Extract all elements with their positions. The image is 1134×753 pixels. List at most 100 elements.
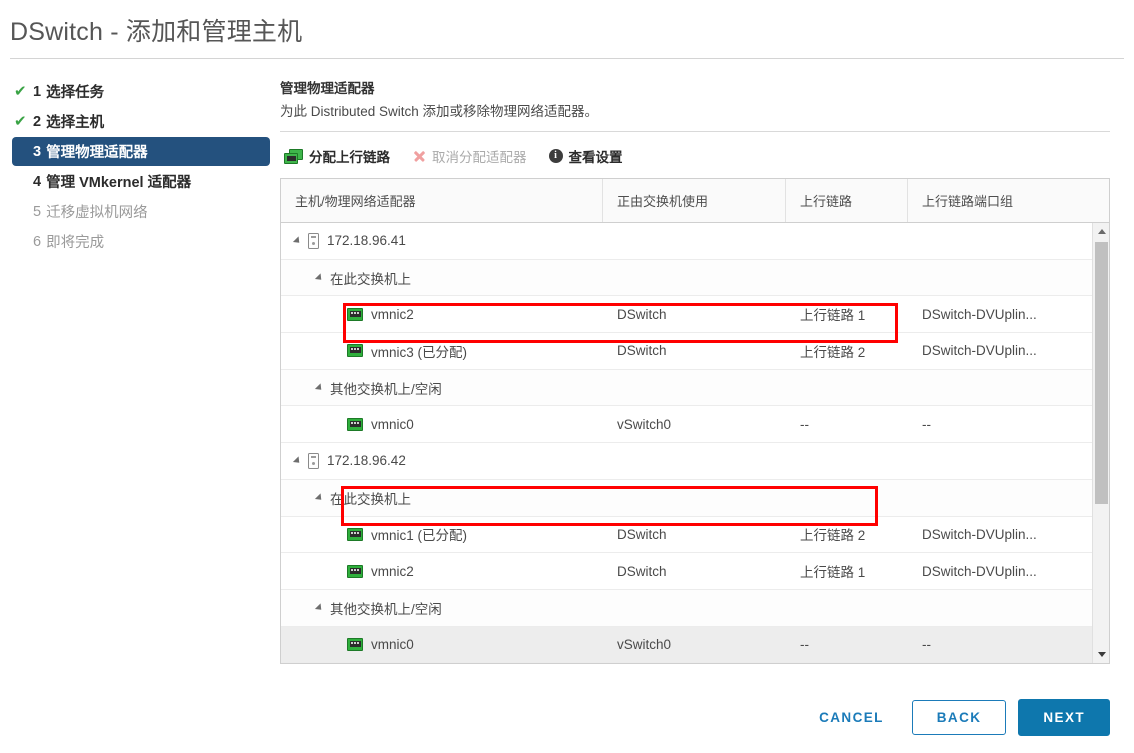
cell-host-adapter: vmnic3 (已分配) [281,333,603,369]
view-settings-button[interactable]: i 查看设置 [548,146,623,166]
table-row[interactable]: vmnic0 vSwitch0 -- -- [281,626,1092,663]
table-row[interactable]: 其他交换机上/空闲 [281,369,1092,407]
host-icon [308,232,319,249]
adapter-label: vmnic2 [371,306,414,322]
step-number: 1 [33,83,42,100]
cell-host-adapter: vmnic2 [281,553,603,589]
table-row[interactable]: 在此交换机上 [281,479,1092,517]
scroll-up-arrow-icon[interactable] [1093,223,1109,240]
column-header-uplink-portgroup[interactable]: 上行链路端口组 [908,179,1109,222]
sidebar-step-4[interactable]: 4 管理 VMkernel 适配器 [12,167,280,196]
host-label: 172.18.96.41 [327,233,406,249]
cell-uplink [786,260,908,296]
network-adapter-icon [347,417,363,431]
cell-uplink-portgroup [908,370,1092,406]
cell-host-adapter: 其他交换机上/空闲 [281,370,603,406]
cell-uplink: 上行链路 1 [800,565,866,581]
network-adapter-icon [347,307,363,321]
cell-used-by [603,260,786,296]
step-label: 即将完成 [46,235,105,251]
group-label: 其他交换机上/空闲 [330,381,442,397]
unassign-adapter-label: 取消分配适配器 [432,150,527,165]
cell-uplink [786,480,908,516]
step-number: 6 [33,233,42,250]
cell-used-by [603,370,786,406]
step-label: 管理物理适配器 [46,145,148,161]
cell-host-adapter: vmnic0 [281,406,603,442]
table-row[interactable]: vmnic1 (已分配) DSwitch 上行链路 2 DSwitch-DVUp… [281,516,1092,554]
group-label: 其他交换机上/空闲 [330,601,442,617]
table-row[interactable]: vmnic3 (已分配) DSwitch 上行链路 2 DSwitch-DVUp… [281,333,1092,370]
next-button[interactable]: NEXT [1018,698,1110,736]
network-adapter-icon [347,527,363,541]
chevron-down-icon[interactable] [314,493,325,503]
info-icon: i [548,149,563,163]
back-button[interactable]: BACK [911,699,1007,735]
panel-heading: 管理物理适配器 [280,81,375,96]
physical-adapters-table: 主机/物理网络适配器 正由交换机使用 上行链路 上行链路端口组 172.18.9… [280,178,1110,664]
cell-uplink-portgroup [908,590,1092,626]
sidebar-step-6[interactable]: 6 即将完成 [12,227,280,256]
step-label: 管理 VMkernel 适配器 [46,175,192,191]
chevron-down-icon[interactable] [314,272,325,283]
cell-uplink [786,443,908,479]
cancel-button[interactable]: CANCEL [805,702,898,733]
step-label: 选择主机 [46,115,105,131]
cell-used-by: DSwitch [617,306,667,322]
table-body-area: 172.18.96.41 在此交换机上 vmnic2 DSwitch 上行链路 … [281,223,1109,663]
table-row[interactable]: 172.18.96.41 [281,223,1092,260]
cell-host-adapter: 其他交换机上/空闲 [281,590,603,626]
cell-uplink: 上行链路 1 [800,308,866,324]
sidebar-step-5[interactable]: 5 迁移虚拟机网络 [12,197,280,226]
chevron-down-icon[interactable] [314,382,325,393]
wizard-footer: CANCEL BACK NEXT [0,681,1134,753]
network-adapter-icon [347,637,363,651]
scroll-down-arrow-icon[interactable] [1093,646,1109,663]
column-header-uplink[interactable]: 上行链路 [786,179,908,222]
cell-used-by: vSwitch0 [617,636,672,652]
table-body: 172.18.96.41 在此交换机上 vmnic2 DSwitch 上行链路 … [281,223,1092,663]
cell-uplink [786,223,908,259]
group-label: 在此交换机上 [330,491,411,507]
scrollbar-thumb[interactable] [1095,242,1108,504]
step-number: 2 [33,113,42,130]
sidebar-step-2[interactable]: ✔ 2 选择主机 [12,107,280,136]
sidebar-step-1[interactable]: ✔ 1 选择任务 [12,77,280,106]
table-row[interactable]: 在此交换机上 [281,259,1092,297]
step-number: 4 [33,173,42,190]
cell-uplink [786,370,908,406]
page-title: DSwitch - 添加和管理主机 [10,18,303,46]
step-label: 选择任务 [46,85,105,101]
cell-uplink-portgroup [908,480,1092,516]
column-header-used-by[interactable]: 正由交换机使用 [603,179,786,222]
wizard-step-list: ✔ 1 选择任务 ✔ 2 选择主机 3 管理物理适配器 4 管理 VMkerne… [0,77,280,257]
check-icon: ✔ [14,113,27,130]
cell-uplink-portgroup: DSwitch-DVUplin... [922,343,1037,359]
column-header-host-adapter[interactable]: 主机/物理网络适配器 [281,179,603,222]
chevron-down-icon[interactable] [292,236,303,246]
cell-uplink: -- [800,416,809,432]
table-row[interactable]: vmnic2 DSwitch 上行链路 1 DSwitch-DVUplin... [281,296,1092,334]
cell-used-by: DSwitch [617,563,667,579]
view-settings-label: 查看设置 [568,150,623,165]
cell-used-by [603,223,786,259]
check-icon: ✔ [14,83,27,100]
assign-uplink-button[interactable]: 分配上行链路 [284,146,390,166]
assign-uplink-label: 分配上行链路 [309,150,390,165]
cell-uplink-portgroup [908,223,1092,259]
unassign-adapter-button[interactable]: 取消分配适配器 [412,146,527,166]
vertical-scrollbar[interactable] [1092,223,1109,663]
adapter-label: vmnic1 (已分配) [371,528,468,544]
table-row[interactable]: vmnic0 vSwitch0 -- -- [281,406,1092,444]
table-row[interactable]: 其他交换机上/空闲 [281,589,1092,627]
table-row[interactable]: vmnic2 DSwitch 上行链路 1 DSwitch-DVUplin... [281,553,1092,590]
cell-used-by: DSwitch [617,343,667,359]
cell-host-adapter: 172.18.96.42 [281,443,603,479]
chevron-down-icon[interactable] [292,456,303,466]
cell-used-by [603,480,786,516]
cell-used-by [603,590,786,626]
chevron-down-icon[interactable] [314,603,325,613]
sidebar-step-3[interactable]: 3 管理物理适配器 [12,137,270,166]
table-row[interactable]: 172.18.96.42 [281,443,1092,480]
table-toolbar: 分配上行链路 取消分配适配器 i 查看设置 [280,143,1110,169]
